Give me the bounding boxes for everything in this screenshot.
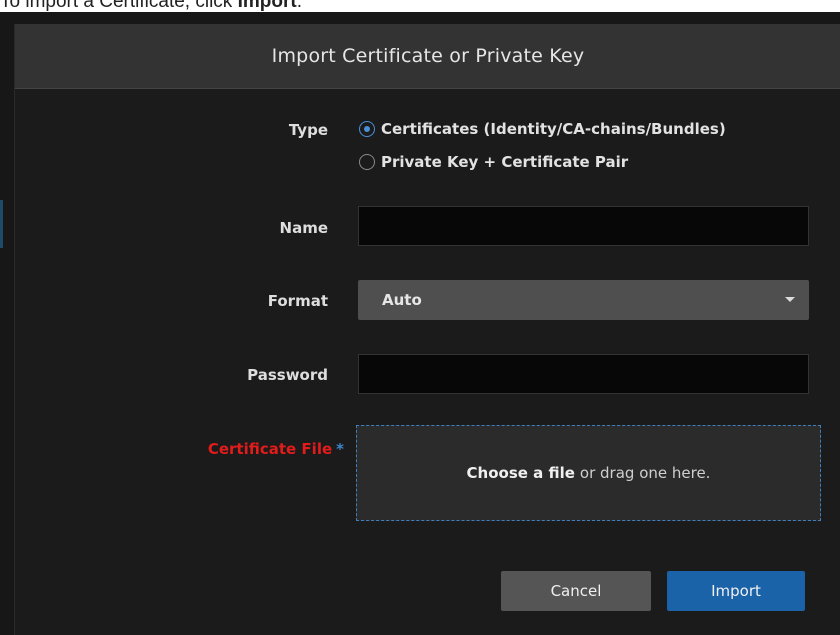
chevron-down-icon xyxy=(785,297,795,302)
drag-hint: or drag one here. xyxy=(579,464,711,482)
import-button[interactable]: Import xyxy=(667,571,805,611)
radio-certificates-label: Certificates (Identity/CA-chains/Bundles… xyxy=(381,120,726,138)
type-label: Type xyxy=(288,121,328,139)
dialog-header: Import Certificate or Private Key xyxy=(15,24,840,89)
background-nav-indicator xyxy=(0,200,3,248)
radio-private-key-pair-label: Private Key + Certificate Pair xyxy=(381,153,629,171)
instruction-suffix: . xyxy=(296,0,302,12)
certificate-file-label-text: Certificate File xyxy=(207,440,333,458)
name-label: Name xyxy=(279,219,328,237)
instruction-prefix: To import a Certificate, click xyxy=(0,0,238,12)
radio-checked-icon[interactable] xyxy=(359,121,375,137)
radio-unchecked-icon[interactable] xyxy=(359,154,375,170)
name-input[interactable] xyxy=(358,206,809,246)
format-select-value: Auto xyxy=(382,291,422,309)
password-input[interactable] xyxy=(358,354,809,394)
password-label: Password xyxy=(247,366,328,384)
required-marker: * xyxy=(336,440,344,458)
cancel-button[interactable]: Cancel xyxy=(501,571,651,611)
format-label: Format xyxy=(267,292,328,310)
choose-file-link[interactable]: Choose a file xyxy=(467,464,575,482)
certificate-file-dropzone[interactable]: Choose a file or drag one here. xyxy=(356,425,821,521)
import-dialog: Import Certificate or Private Key Type C… xyxy=(14,24,840,635)
certificate-file-label: Certificate File * xyxy=(144,440,344,458)
dialog-title: Import Certificate or Private Key xyxy=(271,45,585,67)
radio-certificates[interactable]: Certificates (Identity/CA-chains/Bundles… xyxy=(359,120,726,138)
instruction-bold: Import xyxy=(237,0,297,12)
radio-private-key-pair[interactable]: Private Key + Certificate Pair xyxy=(359,153,628,171)
format-select[interactable]: Auto xyxy=(358,280,809,320)
